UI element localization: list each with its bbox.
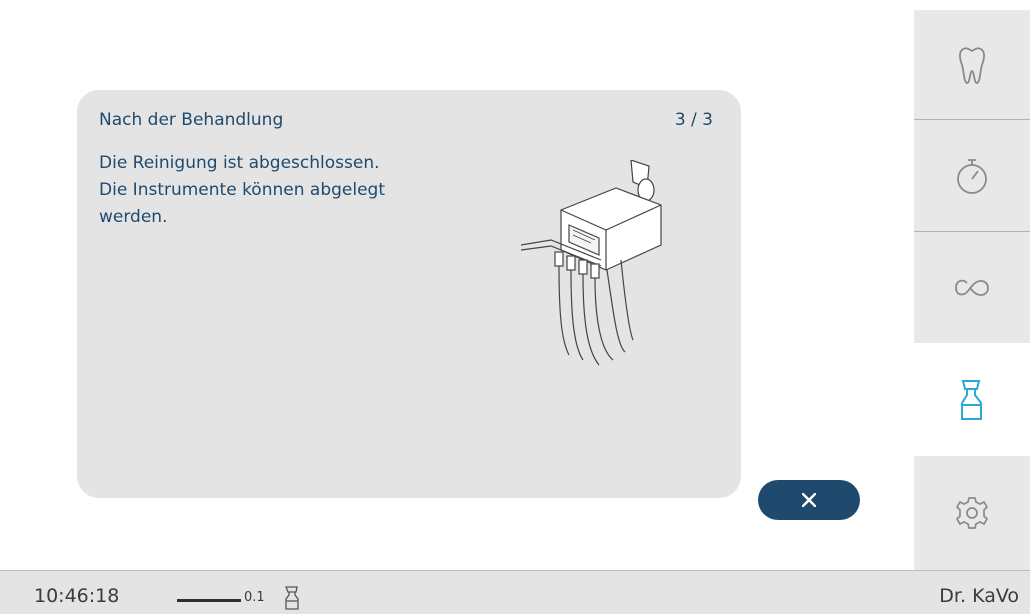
dialog-message-line: werden.	[99, 207, 168, 227]
cleaning-dialog: Nach der Behandlung 3 / 3 Die Reinigung …	[77, 90, 741, 498]
sidebar-item-cleaning[interactable]	[914, 344, 1030, 456]
usage-bar	[177, 599, 241, 602]
status-bar: 10:46:18 0.1 Dr. KaVo	[0, 570, 1030, 614]
stopwatch-icon	[957, 158, 987, 194]
close-button[interactable]	[758, 480, 860, 520]
spray-bottle-icon	[961, 380, 982, 420]
close-icon	[802, 493, 816, 507]
usage-value: 0.1	[244, 590, 265, 605]
sidebar-item-timer[interactable]	[914, 120, 1030, 231]
sidebar-item-loop[interactable]	[914, 232, 1030, 343]
infinity-loop-icon	[955, 279, 989, 296]
dialog-message: Die Reinigung ist abgeschlossen. Die Ins…	[99, 150, 459, 231]
tooth-icon	[959, 46, 985, 84]
dental-unit-illustration	[521, 160, 662, 366]
dialog-title: Nach der Behandlung	[99, 110, 284, 130]
dialog-message-line: Die Instrumente können abgelegt	[99, 180, 385, 200]
sidebar	[914, 10, 1030, 570]
dialog-page-indicator: 3 / 3	[674, 110, 713, 130]
sidebar-item-treatment[interactable]	[914, 10, 1030, 119]
sidebar-item-settings[interactable]	[914, 456, 1030, 570]
clock: 10:46:18	[34, 585, 120, 607]
spray-bottle-icon	[285, 586, 299, 610]
gear-icon	[955, 497, 989, 529]
dialog-message-line: Die Reinigung ist abgeschlossen.	[99, 153, 380, 173]
user-name: Dr. KaVo	[939, 585, 1019, 607]
